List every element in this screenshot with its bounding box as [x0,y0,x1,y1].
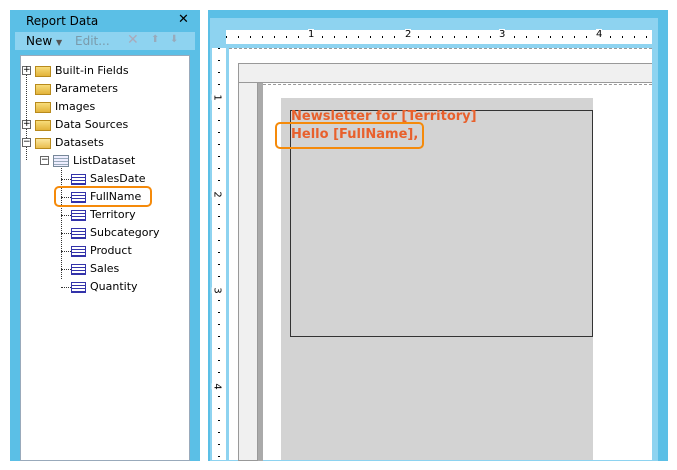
field-icon [71,173,86,185]
tree-label: ListDataset [73,154,136,167]
folder-icon [35,83,51,95]
tree-item-datasets[interactable]: Datasets [35,134,104,152]
new-label: New [26,34,53,48]
dataset-icon [53,155,69,167]
new-button[interactable]: New ▼ [26,34,62,48]
folder-icon [35,119,51,131]
expand-icon[interactable]: + [22,120,31,129]
field-icon [71,227,86,239]
ruler-label: 3 [499,29,506,40]
toolbar: New ▼ Edit... ✕ ⬆ ⬇ [15,32,195,50]
ruler-label: 1 [211,94,223,101]
column-header-strip [238,63,652,83]
tree-label: Images [55,100,96,113]
tree-item-field[interactable]: Quantity [61,278,138,296]
expand-icon[interactable]: + [22,66,31,75]
collapse-icon[interactable]: − [22,138,31,147]
folder-open-icon [35,137,51,149]
ruler-label: 3 [211,287,223,294]
tree-item-data-sources[interactable]: Data Sources [35,116,128,134]
panel-title: Report Data [26,14,99,28]
tree-label: Built-in Fields [55,64,129,77]
ruler-label: 4 [596,29,603,40]
ruler-label: 4 [211,383,223,390]
field-icon [71,245,86,257]
move-down-icon[interactable]: ⬇ [170,34,178,45]
horizontal-ruler: 1 2 3 4 [226,29,652,44]
tree-label: Parameters [55,82,118,95]
row-header-strip [238,83,258,461]
tree-item-field[interactable]: Sales [61,260,119,278]
delete-icon[interactable]: ✕ [127,32,139,48]
close-icon[interactable]: ✕ [178,12,189,27]
ruler-label: 2 [211,191,223,198]
move-up-icon[interactable]: ⬆ [151,34,159,45]
tree-label: Datasets [55,136,104,149]
highlight-box [275,122,424,149]
tree-label: Product [90,244,132,257]
list-border [258,83,263,461]
tree-label: Data Sources [55,118,129,131]
tree-item-field[interactable]: Product [61,242,132,260]
tree-label: Territory [90,208,136,221]
tree-item-images[interactable]: Images [35,98,95,116]
highlight-box [54,186,152,207]
tree-label: Subcategory [90,226,160,239]
tree-item-field[interactable]: Territory [61,206,136,224]
field-icon [71,209,86,221]
vertical-ruler: 1 2 3 4 [211,48,226,460]
tree-item-field[interactable]: Subcategory [61,224,160,242]
report-data-panel: Report Data ✕ New ▼ Edit... ✕ ⬆ ⬇ + Buil… [10,10,200,461]
tree-item-built-in-fields[interactable]: Built-in Fields [35,62,129,80]
field-icon [71,281,86,293]
tree-label: Sales [90,262,120,275]
tree-view[interactable]: + Built-in Fields Parameters Images + Da… [20,55,190,461]
tree-label: Quantity [90,280,138,293]
tree-item-listdataset[interactable]: ListDataset [53,152,135,170]
chevron-down-icon: ▼ [56,38,63,47]
tree-item-parameters[interactable]: Parameters [35,80,118,98]
edit-button[interactable]: Edit... [75,34,110,48]
folder-icon [35,101,51,113]
folder-icon [35,65,51,77]
field-icon [71,263,86,275]
collapse-icon[interactable]: − [40,156,49,165]
tree-label: SalesDate [90,172,146,185]
ruler-label: 1 [308,29,315,40]
ruler-label: 2 [405,29,412,40]
